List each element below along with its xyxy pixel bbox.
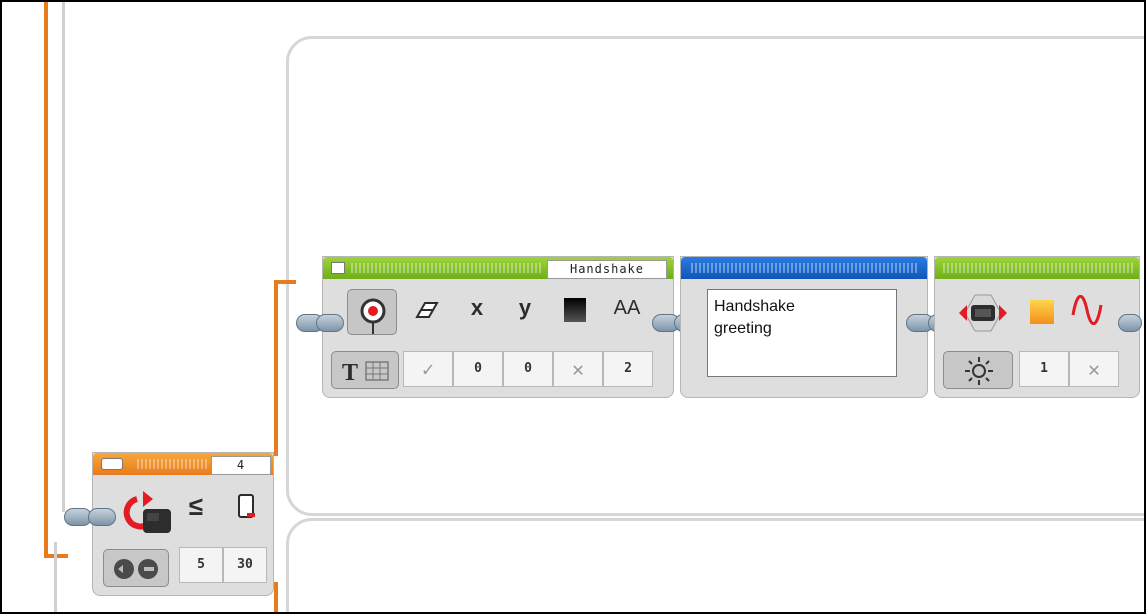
sequence-wire-frame-top [274,280,296,284]
svg-text:T: T [342,360,358,386]
y-icon: y [518,295,532,320]
pulse-icon [1069,294,1105,326]
header-texture [137,459,207,469]
display-mode-icon[interactable] [331,262,345,274]
brick-status-light-icon [953,287,1013,339]
led-pulse-param[interactable]: ✕ [1069,351,1119,387]
color-param[interactable]: ✕ [553,351,603,387]
loop-wire-grey-bottom [54,542,57,612]
display-input-port-2[interactable] [316,314,344,332]
x-param[interactable]: 0 [453,351,503,387]
loop-block-header: 4 [93,453,273,475]
color-icon [1029,299,1055,325]
less-equal-icon: ≤ [188,491,204,521]
led-color-param[interactable]: 1 [1019,351,1069,387]
sequence-wire-frame-bottom [274,582,278,612]
led-block-header [935,257,1139,279]
sequence-wire-frame [274,280,278,456]
loop-block[interactable]: 4 ≤ 5 30 [92,452,274,596]
loop-mode-icon[interactable] [101,458,123,470]
loop-wire-grey [62,2,65,512]
loop-frame-lower [286,518,1144,612]
y-param[interactable]: 0 [503,351,553,387]
display-preview-button[interactable] [347,289,397,335]
loop-counter-label: 4 [211,456,271,475]
header-texture [943,263,1133,273]
eraser-icon [411,297,441,323]
loop-threshold-value[interactable]: 5 [179,547,223,583]
led-mode-selector[interactable] [943,351,1013,389]
led-output-port[interactable] [1118,314,1142,332]
loop-limit-value[interactable]: 30 [223,547,267,583]
display-mode-selector[interactable]: T [331,351,399,389]
font-size-icon: AA [613,297,641,319]
display-block[interactable]: Handshake x y AA T ✓ 0 0 ✕ 2 [322,256,674,398]
loop-mode-selector[interactable] [103,549,169,587]
text-block[interactable]: Handshake greeting [680,256,928,398]
text-block-header [681,257,927,279]
clear-screen-param[interactable]: ✓ [403,351,453,387]
program-canvas: 4 ≤ 5 30 Handshake x y AA T ✓ 0 0 ✕ 2 Ha… [0,0,1146,614]
display-block-title: Handshake [547,260,667,279]
display-block-header: Handshake [323,257,673,279]
loop-sensor-icon [117,489,171,539]
color-icon [563,297,587,323]
font-param[interactable]: 2 [603,351,653,387]
header-texture [351,263,543,273]
port-icon [235,493,259,523]
header-texture [691,263,919,273]
sequence-wire-left [44,2,48,558]
loop-input-port-2[interactable] [88,508,116,526]
x-icon: x [470,295,484,320]
text-input[interactable]: Handshake greeting [707,289,897,377]
brick-status-light-block[interactable]: 1 ✕ [934,256,1140,398]
